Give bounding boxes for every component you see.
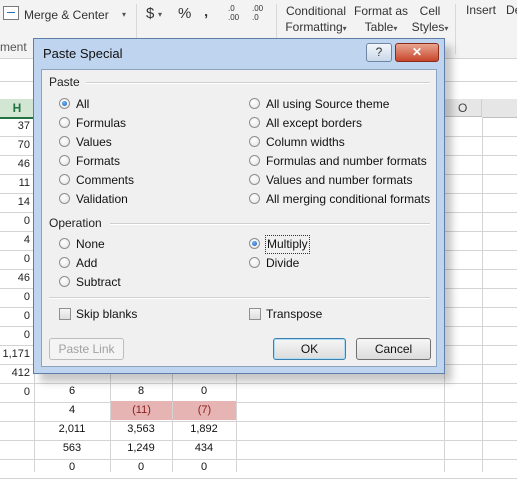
radio-selected-icon bbox=[59, 98, 70, 109]
cell-k-r4[interactable]: 434 bbox=[172, 439, 236, 458]
cell-styles-button[interactable]: Cell Styles▾ bbox=[410, 3, 450, 37]
radio-icon bbox=[249, 136, 260, 147]
cell-h-row-5[interactable]: 14 bbox=[0, 193, 34, 212]
radio-icon bbox=[59, 174, 70, 185]
conditional-formatting-label-2: Formatting bbox=[285, 20, 343, 34]
delete-button[interactable]: De bbox=[506, 3, 517, 17]
cell-h-row-9[interactable]: 46 bbox=[0, 269, 34, 288]
cell-styles-dropdown-icon: ▾ bbox=[444, 24, 449, 33]
radio-icon bbox=[59, 238, 70, 249]
merge-center-button[interactable]: Merge & Center bbox=[24, 8, 109, 22]
radio-icon bbox=[249, 174, 260, 185]
ok-button[interactable]: OK bbox=[273, 338, 346, 360]
radio-icon bbox=[249, 155, 260, 166]
radio-icon bbox=[59, 193, 70, 204]
cell-h-row-7[interactable]: 4 bbox=[0, 231, 34, 250]
increase-decimal-button[interactable]: .0 .00 bbox=[228, 4, 248, 26]
cell-k-r1[interactable]: 0 bbox=[172, 382, 236, 401]
cell-i-r4[interactable]: 563 bbox=[34, 439, 110, 458]
cell-i-r1[interactable]: 6 bbox=[34, 382, 110, 401]
percent-button[interactable]: % bbox=[178, 5, 191, 22]
cell-h-row-10[interactable]: 0 bbox=[0, 288, 34, 307]
paste-special-dialog: Paste Special ? ✕ Paste All Formulas Val… bbox=[33, 38, 445, 374]
format-as-table-label-2: Table bbox=[364, 20, 394, 34]
conditional-formatting-button[interactable]: Conditional Formatting▾ bbox=[282, 3, 350, 37]
cell-i-r3[interactable]: 2,011 bbox=[34, 420, 110, 439]
operation-group-label: Operation bbox=[49, 216, 102, 230]
cell-j-r4[interactable]: 1,249 bbox=[110, 439, 172, 458]
radio-icon bbox=[59, 276, 70, 287]
format-as-table-label-1: Format as bbox=[353, 4, 408, 18]
decrease-decimal-icon-bottom: .0 bbox=[252, 13, 259, 22]
radio-icon bbox=[59, 117, 70, 128]
conditional-formatting-label-1: Conditional bbox=[285, 4, 347, 18]
cell-h-row-4[interactable]: 11 bbox=[0, 174, 34, 193]
cell-h-row-12[interactable]: 0 bbox=[0, 326, 34, 345]
cell-styles-label-1: Cell bbox=[419, 4, 441, 18]
dialog-titlebar[interactable]: Paste Special ? ✕ bbox=[34, 39, 444, 69]
comma-style-button[interactable]: ‚ bbox=[204, 3, 208, 20]
increase-decimal-icon-bottom: .00 bbox=[228, 13, 240, 22]
cell-j-r1[interactable]: 8 bbox=[110, 382, 172, 401]
increase-decimal-icon-top: .0 bbox=[228, 4, 235, 13]
cell-h-row-11[interactable]: 0 bbox=[0, 307, 34, 326]
cell-k-r3[interactable]: 1,892 bbox=[172, 420, 236, 439]
cancel-button[interactable]: Cancel bbox=[356, 338, 431, 360]
cell-i-r2[interactable]: 4 bbox=[34, 401, 110, 420]
help-button[interactable]: ? bbox=[366, 43, 392, 62]
alignment-group-label: ment bbox=[0, 40, 27, 54]
radio-selected-icon bbox=[249, 238, 260, 249]
cell-styles-label-2: Styles bbox=[411, 20, 445, 34]
radio-icon bbox=[249, 117, 260, 128]
radio-icon bbox=[249, 98, 260, 109]
merge-center-dropdown-icon[interactable]: ▾ bbox=[122, 10, 126, 19]
cell-h-row-13[interactable]: 1,171 bbox=[0, 345, 34, 364]
column-header-h[interactable]: H bbox=[0, 99, 35, 119]
insert-button[interactable]: Insert bbox=[466, 3, 496, 17]
cell-h-row-2[interactable]: 70 bbox=[0, 136, 34, 155]
format-as-table-button[interactable]: Format as Table▾ bbox=[352, 3, 410, 37]
decrease-decimal-button[interactable]: .00 .0 bbox=[252, 4, 272, 26]
radio-icon bbox=[59, 257, 70, 268]
cell-h-row-6[interactable]: 0 bbox=[0, 212, 34, 231]
cell-h-row-3[interactable]: 46 bbox=[0, 155, 34, 174]
currency-button[interactable]: $ bbox=[146, 5, 154, 22]
cell-i-r5[interactable]: 0 bbox=[34, 458, 110, 477]
radio-icon bbox=[249, 257, 260, 268]
dialog-body: Paste All Formulas Values Formats Commen… bbox=[41, 69, 437, 367]
cell-j-r3[interactable]: 3,563 bbox=[110, 420, 172, 439]
cell-k-r5[interactable]: 0 bbox=[172, 458, 236, 477]
cell-h-row-15[interactable]: 0 bbox=[0, 383, 34, 402]
conditional-formatting-dropdown-icon: ▾ bbox=[342, 24, 347, 33]
checkbox-icon bbox=[59, 308, 71, 320]
cell-h-row-14[interactable]: 412 bbox=[0, 364, 34, 383]
cell-h-row-8[interactable]: 0 bbox=[0, 250, 34, 269]
currency-dropdown-icon[interactable]: ▾ bbox=[158, 10, 162, 19]
close-button[interactable]: ✕ bbox=[395, 43, 439, 62]
format-as-table-dropdown-icon: ▾ bbox=[393, 24, 398, 33]
radio-icon bbox=[59, 155, 70, 166]
cell-j-r2[interactable]: (11) bbox=[111, 401, 172, 420]
cell-h-row-1[interactable]: 37 bbox=[0, 117, 34, 136]
radio-icon bbox=[59, 136, 70, 147]
decrease-decimal-icon-top: .00 bbox=[252, 4, 264, 13]
paste-link-button[interactable]: Paste Link bbox=[49, 338, 124, 360]
checkbox-icon bbox=[249, 308, 261, 320]
cell-k-r2[interactable]: (7) bbox=[173, 401, 236, 420]
close-icon: ✕ bbox=[411, 45, 423, 59]
radio-icon bbox=[249, 193, 260, 204]
paste-group-label: Paste bbox=[49, 75, 80, 89]
cell-j-r5[interactable]: 0 bbox=[110, 458, 172, 477]
dialog-title: Paste Special bbox=[43, 46, 123, 61]
merge-center-icon bbox=[3, 6, 19, 20]
column-header-p[interactable] bbox=[482, 99, 517, 118]
help-icon: ? bbox=[375, 45, 383, 59]
